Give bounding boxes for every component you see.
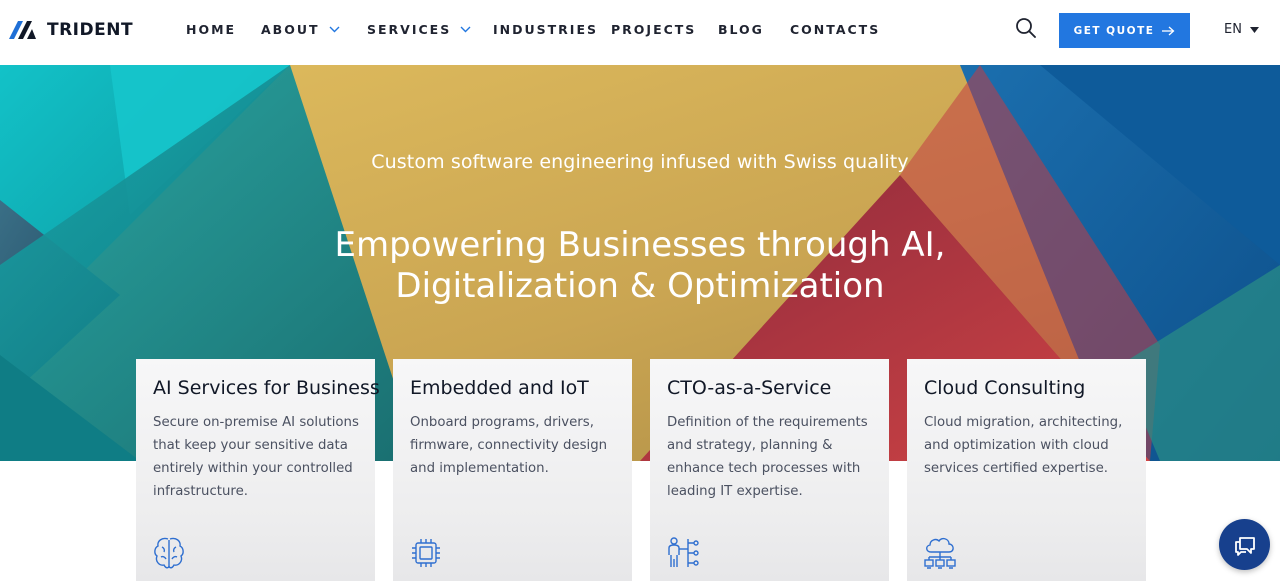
nav-home[interactable]: HOME [186, 22, 236, 37]
nav-home-label: HOME [186, 22, 237, 37]
service-card-cloud[interactable]: Cloud Consulting Cloud migration, archit… [907, 359, 1146, 581]
hero-title-line-2: Digitalization & Optimization [395, 266, 885, 306]
nav-projects-label: PROJECTS [611, 22, 697, 37]
card-title: Embedded and IoT [410, 377, 589, 399]
caret-down-icon [1249, 26, 1259, 33]
nav-about[interactable]: ABOUT [261, 22, 340, 37]
site-header: TRIDENT HOME ABOUT SERVICES INDUSTRIES P… [0, 0, 1280, 65]
card-title: Cloud Consulting [924, 377, 1086, 399]
service-card-cto[interactable]: CTO-as-a-Service Definition of the requi… [650, 359, 889, 581]
card-title: CTO-as-a-Service [667, 377, 832, 399]
nav-services[interactable]: SERVICES [367, 22, 471, 37]
logo[interactable]: TRIDENT [9, 20, 133, 40]
card-text: Definition of the requirements and strat… [667, 415, 868, 499]
search-icon[interactable] [1015, 17, 1037, 39]
nav-industries-label: INDUSTRIES [493, 22, 598, 37]
service-card-embedded[interactable]: Embedded and IoT Onboard programs, drive… [393, 359, 632, 581]
nav-about-label: ABOUT [261, 22, 320, 37]
hero-title: Empowering Businesses through AI, Digita… [0, 225, 1280, 307]
nav-services-label: SERVICES [367, 22, 452, 37]
hero-title-line-1: Empowering Businesses through AI, [334, 225, 946, 265]
strategy-person-icon [668, 537, 699, 567]
card-text: Cloud migration, architecting, and optim… [924, 415, 1123, 476]
language-selector[interactable]: EN [1224, 22, 1259, 37]
nav-contacts-label: CONTACTS [790, 22, 881, 37]
chat-icon [1234, 536, 1255, 556]
card-text: Secure on-premise AI solutions that keep… [153, 415, 359, 499]
card-title: AI Services for Business [153, 377, 380, 399]
nav-blog-label: BLOG [718, 22, 764, 37]
hero-subtitle: Custom software engineering infused with… [371, 151, 909, 173]
chip-icon [412, 539, 440, 567]
cloud-network-icon [924, 537, 956, 569]
get-quote-label: GET QUOTE [1073, 24, 1155, 37]
chat-button[interactable] [1219, 519, 1270, 570]
nav-projects[interactable]: PROJECTS [611, 22, 696, 37]
service-card-ai[interactable]: AI Services for Business Secure on-premi… [136, 359, 380, 581]
trident-logo-icon [9, 21, 36, 39]
brand-name: TRIDENT [47, 20, 134, 40]
chevron-down-icon [329, 26, 340, 33]
brain-icon [154, 537, 184, 569]
card-text: Onboard programs, drivers, firmware, con… [410, 415, 608, 476]
nav-blog[interactable]: BLOG [718, 22, 764, 37]
language-label: EN [1224, 22, 1242, 37]
nav-industries[interactable]: INDUSTRIES [493, 22, 598, 37]
chevron-down-icon [460, 26, 471, 33]
get-quote-button[interactable]: GET QUOTE [1059, 13, 1190, 48]
arrow-right-icon [1162, 26, 1175, 35]
nav-contacts[interactable]: CONTACTS [790, 22, 880, 37]
